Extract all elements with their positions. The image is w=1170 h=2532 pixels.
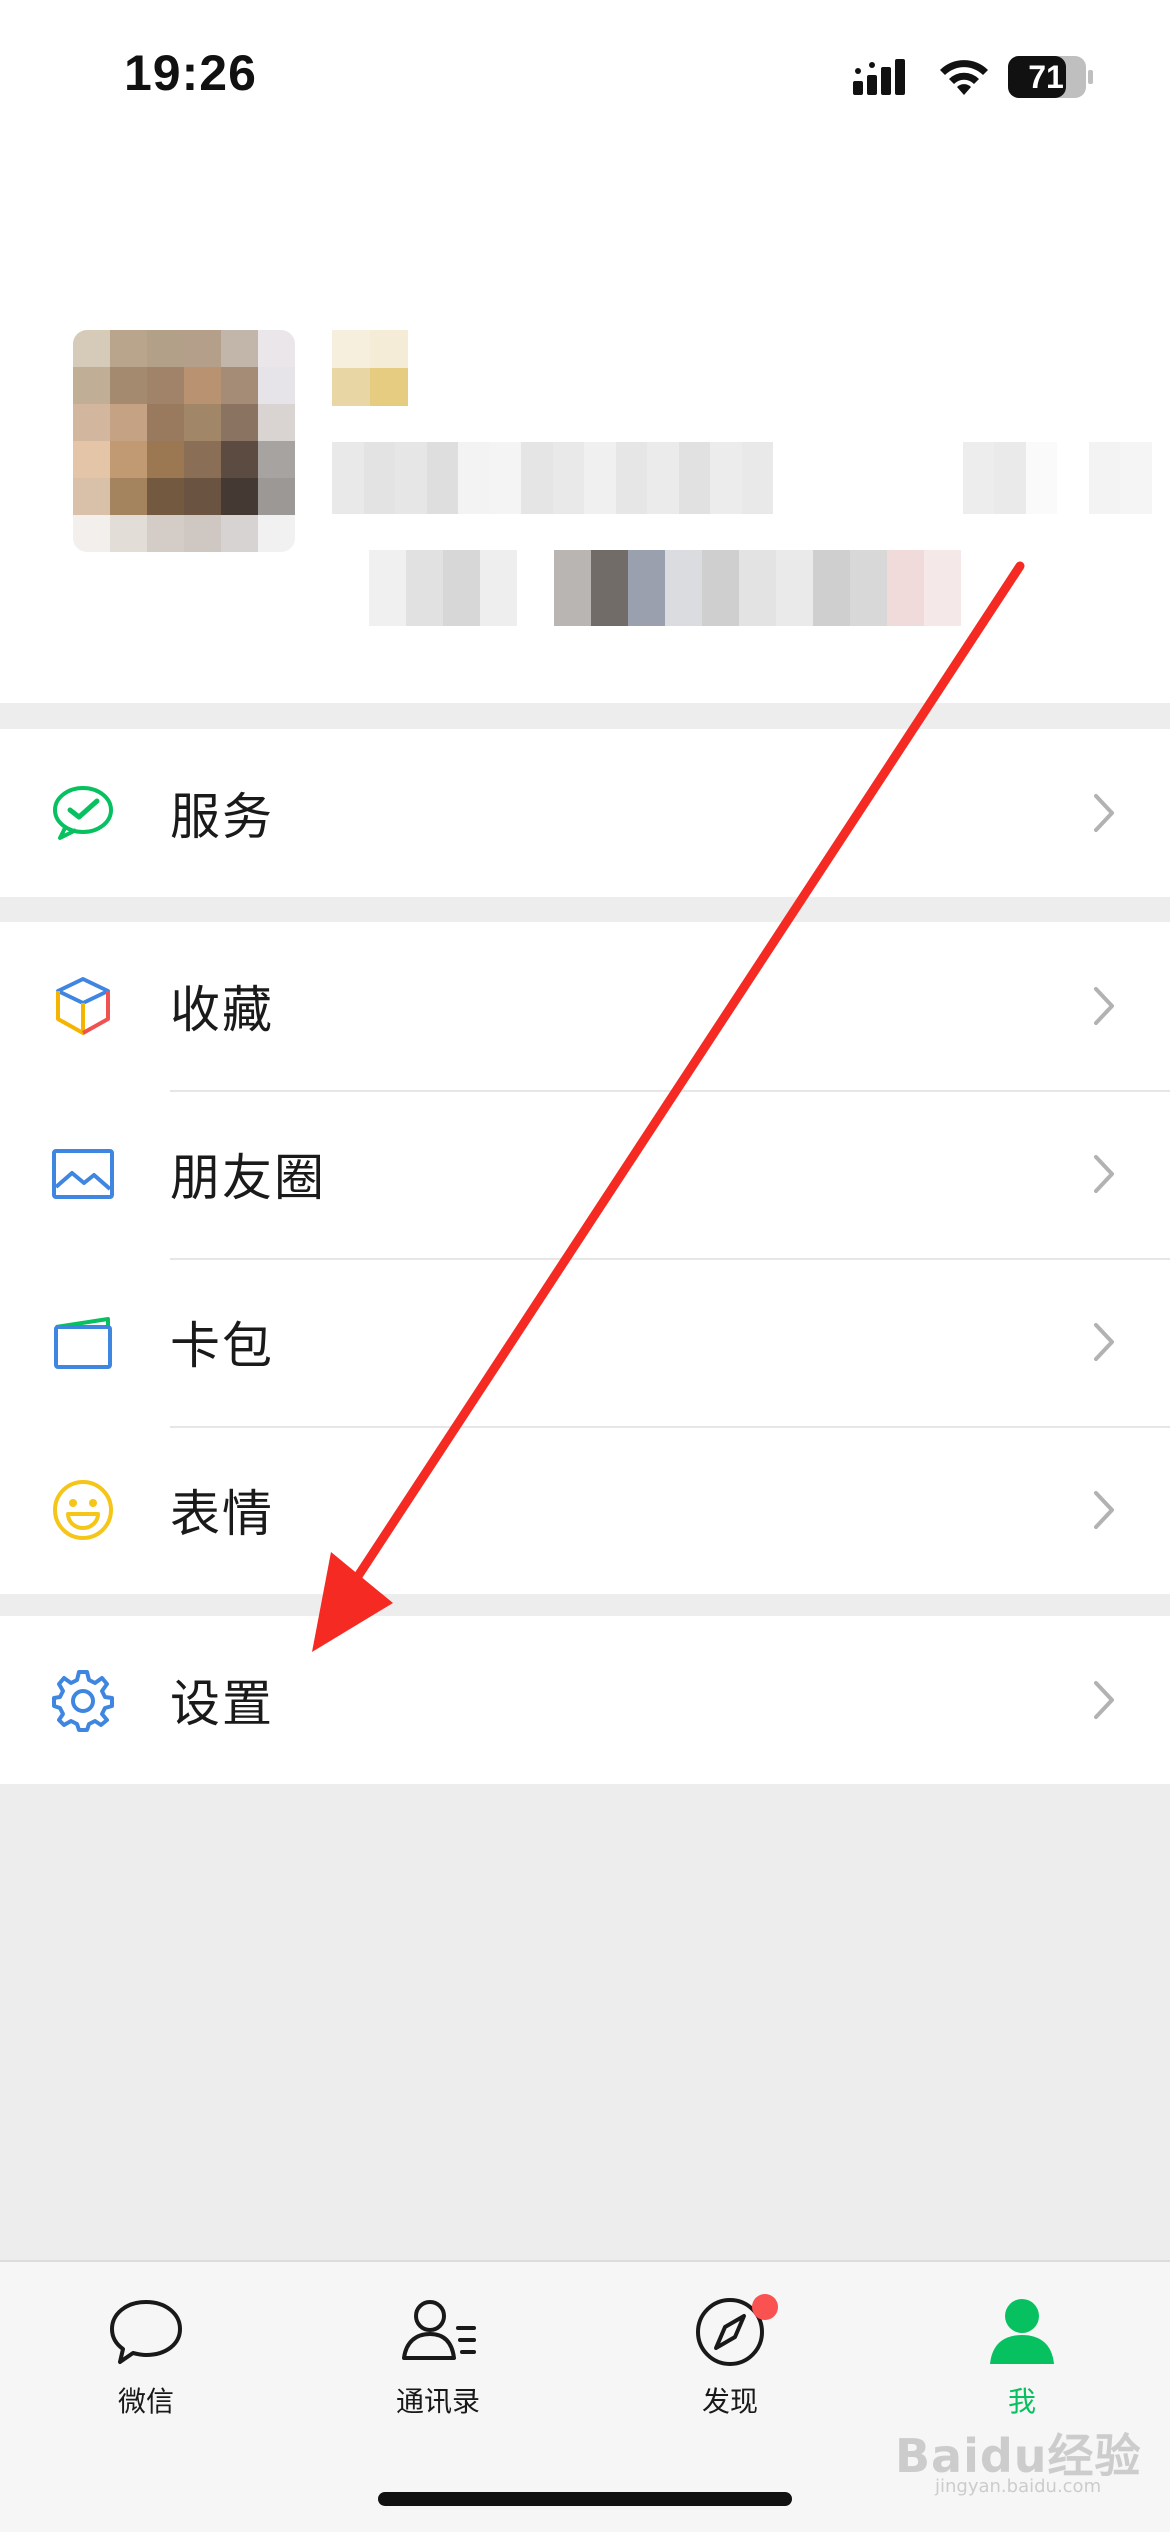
chat-bubble-icon	[106, 2292, 186, 2372]
menu-item-services[interactable]: 服务	[0, 729, 1170, 897]
menu-group-settings: 设置	[0, 1616, 1170, 1784]
image-icon	[50, 1141, 116, 1207]
menu-group-main: 收藏 朋友圈 卡包 表情	[0, 922, 1170, 1594]
tab-label-me: 我	[1007, 2385, 1036, 2418]
avatar[interactable]	[73, 330, 295, 552]
menu-item-settings[interactable]: 设置	[0, 1616, 1170, 1784]
watermark-url: jingyan.baidu.com	[935, 2476, 1102, 2497]
battery-level: 71	[1028, 59, 1064, 95]
profile-header[interactable]	[0, 150, 1170, 703]
me-page: 19:26 71 服务 收藏 朋友圈 卡包 表情 设置 微信 通讯录 发现 我 …	[0, 0, 1170, 2532]
notification-badge	[752, 2294, 778, 2320]
contacts-icon	[398, 2292, 478, 2372]
chevron-right-icon	[1094, 1323, 1114, 1361]
wechat-id-redacted	[332, 442, 1152, 514]
menu-label-services: 服务	[170, 788, 274, 846]
tab-label-contacts: 通讯录	[395, 2385, 480, 2418]
nickname-redacted	[332, 330, 408, 406]
person-icon	[982, 2292, 1062, 2372]
chevron-right-icon	[1094, 1491, 1114, 1529]
tab-label-chats: 微信	[117, 2385, 174, 2418]
tab-discover[interactable]: 发现	[630, 2292, 830, 2442]
wallet-card-icon	[50, 1309, 116, 1375]
wifi-icon	[940, 60, 988, 95]
cube-icon	[50, 973, 116, 1039]
tab-contacts[interactable]: 通讯录	[338, 2292, 538, 2442]
wechat-pay-icon	[50, 780, 116, 846]
menu-item-stickers[interactable]: 表情	[0, 1426, 1170, 1594]
menu-label-stickers: 表情	[170, 1485, 274, 1543]
smiley-icon	[50, 1477, 116, 1543]
chevron-right-icon	[1094, 1155, 1114, 1193]
menu-label-cards: 卡包	[170, 1317, 274, 1375]
menu-label-moments: 朋友圈	[170, 1149, 326, 1207]
home-indicator[interactable]	[378, 2492, 792, 2506]
status-redacted	[332, 550, 992, 626]
menu-label-settings: 设置	[170, 1675, 274, 1733]
tab-label-discover: 发现	[701, 2385, 758, 2418]
status-time: 19:26	[124, 45, 257, 101]
menu-item-cards[interactable]: 卡包	[0, 1258, 1170, 1426]
status-bar: 19:26 71	[0, 0, 1170, 150]
chevron-right-icon	[1094, 794, 1114, 832]
cellular-signal-icon	[853, 59, 905, 95]
chevron-right-icon	[1094, 1681, 1114, 1719]
chevron-right-icon	[1094, 987, 1114, 1025]
menu-item-moments[interactable]: 朋友圈	[0, 1090, 1170, 1258]
tab-chats[interactable]: 微信	[46, 2292, 246, 2442]
menu-label-favorites: 收藏	[170, 981, 274, 1039]
menu-group-services: 服务	[0, 729, 1170, 897]
gear-icon	[50, 1667, 116, 1733]
menu-item-favorites[interactable]: 收藏	[0, 922, 1170, 1090]
